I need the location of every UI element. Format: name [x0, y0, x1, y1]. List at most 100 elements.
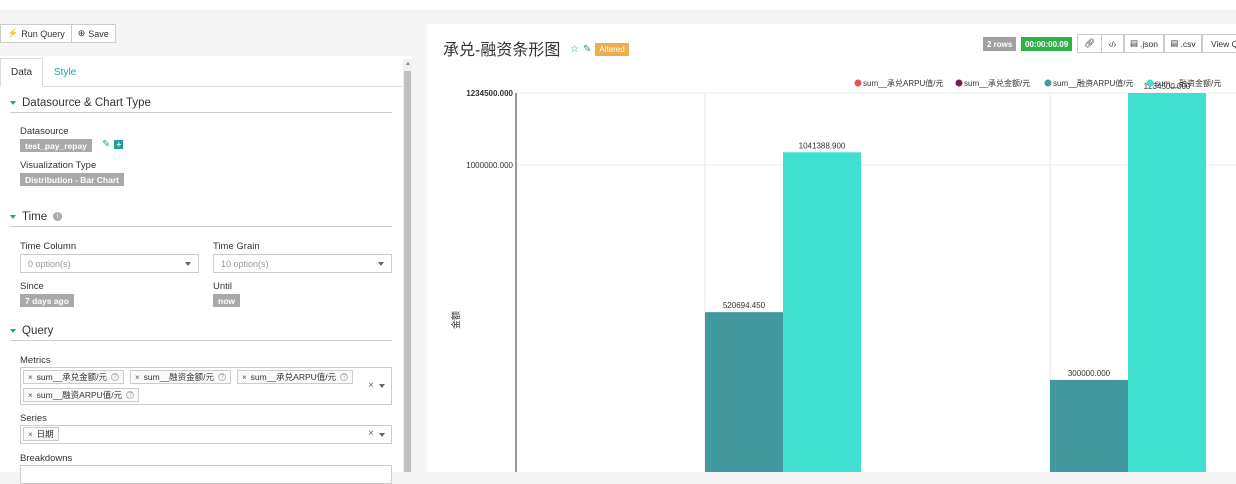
legend-swatch[interactable]	[1146, 79, 1154, 87]
row-count-badge: 2 rows	[983, 37, 1017, 51]
metrics-label: Metrics	[20, 355, 51, 366]
remove-icon[interactable]: ×	[28, 373, 33, 382]
legend-label[interactable]: sum__承兑金额/元	[964, 78, 1030, 88]
chevron-down-icon	[185, 261, 191, 266]
remove-icon[interactable]: ×	[135, 373, 140, 382]
legend-swatch[interactable]	[955, 79, 963, 87]
link-button[interactable]: 🔗︎	[1077, 34, 1102, 53]
scrollbar-thumb[interactable]	[404, 71, 411, 472]
legend-label[interactable]: sum__承兑ARPU值/元	[863, 78, 943, 88]
chevron-down-icon	[378, 261, 384, 266]
metric-tag-label: sum__承兑ARPU值/元	[250, 372, 337, 382]
since-label: Since	[20, 281, 44, 292]
edit-icon[interactable]: ✎	[583, 44, 591, 55]
edit-icon[interactable]: ✎	[102, 139, 110, 150]
y-tick-label: 1234500.000	[466, 89, 513, 98]
bar-value-label: 300000.000	[1068, 369, 1111, 378]
add-icon[interactable]: +	[114, 140, 124, 149]
help-icon: ?	[218, 373, 227, 381]
breakdowns-select[interactable]	[20, 465, 392, 484]
top-bar	[0, 0, 1236, 10]
star-icon[interactable]: ☆	[570, 44, 579, 55]
breakdowns-label: Breakdowns	[20, 453, 73, 464]
help-icon: ?	[340, 373, 349, 381]
json-button[interactable]: ▤ .json	[1124, 34, 1164, 53]
save-button[interactable]: ⊕ Save	[71, 24, 116, 43]
datasource-actions: ✎ +	[102, 139, 124, 150]
help-icon: ?	[111, 373, 120, 381]
chart-bars: 520694.4501041388.900300000.0001234500.0…	[705, 82, 1206, 472]
bar[interactable]	[1128, 93, 1206, 472]
metric-tag: × sum__融资金额/元 ?	[130, 370, 232, 384]
bar[interactable]	[1050, 379, 1128, 472]
section-title: Time	[22, 210, 48, 223]
chevron-down-icon[interactable]	[379, 433, 385, 437]
csv-button[interactable]: ▤ .csv	[1164, 34, 1202, 53]
remove-icon[interactable]: ×	[28, 430, 33, 439]
series-tag-label: 日期	[36, 429, 54, 439]
code-icon: ‹/›	[1108, 38, 1117, 49]
y-axis-label: 金额	[450, 311, 461, 329]
info-icon: i	[53, 212, 63, 221]
legend-label[interactable]: sum__融资金额/元	[1155, 78, 1221, 88]
metrics-select[interactable]: × sum__承兑金额/元 ? × sum__融资金额/元 ? × sum__承…	[20, 367, 392, 405]
panel-scrollbar[interactable]: ▲	[403, 59, 412, 472]
tab-data[interactable]: Data	[0, 58, 44, 87]
clear-icon[interactable]: ×	[368, 428, 374, 439]
remove-icon[interactable]: ×	[28, 391, 33, 400]
time-column-select[interactable]: 0 option(s)	[20, 254, 199, 273]
bolt-icon: ⚡	[7, 28, 19, 38]
metric-tag-label: sum__承兑金额/元	[36, 372, 108, 382]
query-actions: ⚡ Run Query ⊕ Save	[0, 24, 116, 43]
time-column-placeholder: 0 option(s)	[28, 258, 71, 269]
slice-title: 承兑-融资条形图	[443, 42, 561, 59]
series-select[interactable]: × 日期 ×	[20, 425, 392, 444]
y-tick-label: 1000000.000	[466, 161, 513, 170]
viz-type-label: Visualization Type	[20, 160, 97, 171]
viz-type-value[interactable]: Distribution - Bar Chart	[20, 173, 124, 186]
until-value[interactable]: now	[213, 294, 240, 307]
metric-tag: × sum__融资ARPU值/元 ?	[23, 388, 140, 402]
bar[interactable]	[783, 152, 861, 472]
link-icon: 🔗︎	[1084, 38, 1095, 48]
clear-icon[interactable]: ×	[368, 380, 374, 391]
bar[interactable]	[705, 312, 783, 472]
section-query-header[interactable]: Query	[10, 321, 392, 341]
panel-tabs: Data Style	[0, 56, 402, 87]
altered-badge: Altered	[595, 43, 629, 56]
save-label: Save	[88, 28, 109, 39]
chart-legend: sum__承兑ARPU值/元 sum__承兑金额/元 sum__融资ARPU值/元 s…	[854, 78, 1221, 88]
remove-icon[interactable]: ×	[242, 373, 247, 382]
section-time-header[interactable]: Time i	[10, 207, 392, 227]
series-tag: × 日期	[23, 427, 59, 441]
file-icon: ▤	[1170, 38, 1179, 48]
view-query-button[interactable]: View Q	[1202, 34, 1236, 53]
help-icon: ?	[126, 391, 135, 399]
scroll-up-icon[interactable]: ▲	[405, 61, 411, 67]
time-column-label: Time Column	[20, 241, 77, 252]
metric-tag-label: sum__融资ARPU值/元	[36, 390, 123, 400]
legend-label[interactable]: sum__融资ARPU值/元	[1053, 78, 1133, 88]
time-grain-label: Time Grain	[213, 241, 260, 252]
slice-panel: 承兑-融资条形图 ☆ ✎ Altered 2 rows 00:00:00.09 …	[427, 24, 1236, 472]
run-query-button[interactable]: ⚡ Run Query	[0, 24, 72, 43]
legend-swatch[interactable]	[1044, 79, 1052, 87]
plus-circle-icon: ⊕	[77, 28, 86, 38]
title-actions: ☆ ✎ Altered	[570, 43, 629, 56]
chart-y-ticks: 1234500.000 1000000.000	[466, 89, 513, 170]
section-datasource-header[interactable]: Datasource & Chart Type	[10, 93, 392, 113]
embed-button[interactable]: ‹/›	[1101, 34, 1124, 53]
bar-value-label: 1041388.900	[799, 141, 846, 150]
tab-style[interactable]: Style	[44, 58, 86, 87]
section-title: Query	[22, 324, 54, 337]
until-label: Until	[213, 281, 233, 292]
chevron-down-icon[interactable]	[379, 384, 385, 388]
timer-badge: 00:00:00.09	[1021, 37, 1073, 51]
time-grain-select[interactable]: 10 option(s)	[213, 254, 392, 273]
datasource-value[interactable]: test_pay_repay	[20, 139, 92, 152]
since-value[interactable]: 7 days ago	[20, 294, 74, 307]
section-title: Datasource & Chart Type	[22, 96, 151, 109]
run-query-label: Run Query	[21, 28, 65, 39]
control-panel: Data Style ▲ Datasource & Chart Type Dat…	[0, 56, 412, 484]
legend-swatch[interactable]	[854, 79, 862, 87]
